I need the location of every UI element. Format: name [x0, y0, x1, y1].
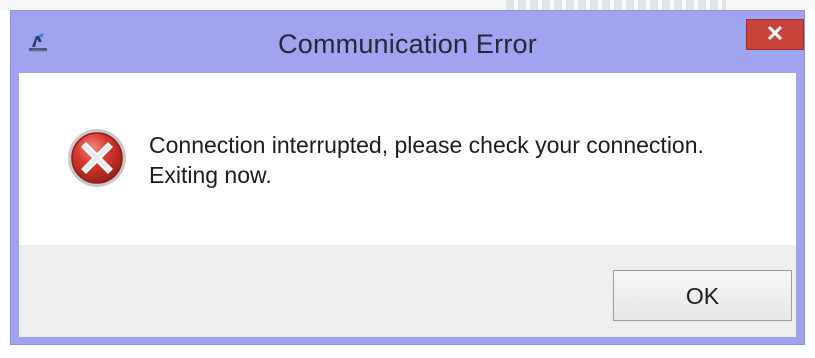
dialog-button-area: OK	[19, 245, 796, 337]
close-button[interactable]: ✕	[746, 19, 804, 50]
dialog-content: Connection interrupted, please check you…	[19, 73, 796, 245]
screen: Communication Error ✕ Connection interru…	[0, 0, 815, 358]
error-message: Connection interrupted, please check you…	[149, 132, 704, 188]
ok-button[interactable]: OK	[613, 270, 792, 321]
communication-error-dialog: Communication Error ✕ Connection interru…	[10, 10, 805, 345]
close-icon: ✕	[765, 21, 785, 46]
dialog-title: Communication Error	[278, 29, 537, 59]
error-x-icon	[68, 129, 126, 187]
dialog-titlebar[interactable]: Communication Error ✕	[11, 11, 804, 71]
